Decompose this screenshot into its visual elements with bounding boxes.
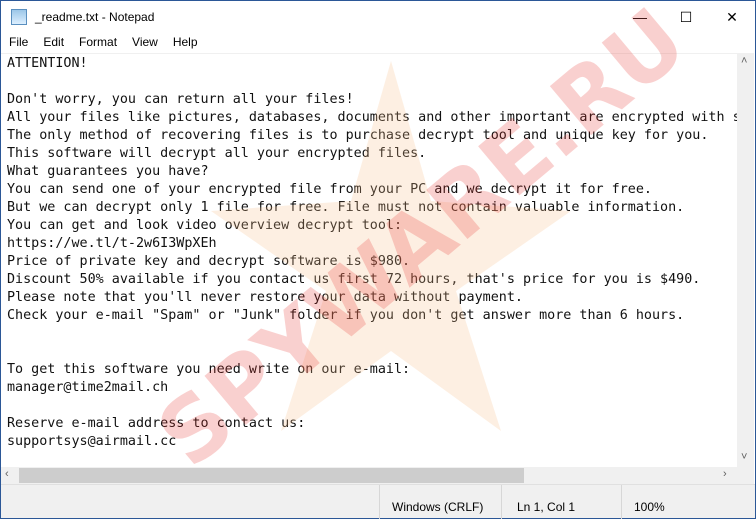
status-zoom: 100% <box>621 485 755 519</box>
menu-help[interactable]: Help <box>165 33 205 53</box>
scrollbar-corner <box>737 467 754 484</box>
status-line-ending: Windows (CRLF) <box>379 485 501 519</box>
title-bar[interactable]: _readme.txt - Notepad — ☐ ✕ <box>1 1 755 33</box>
scroll-left-icon[interactable]: ‹ <box>5 468 9 480</box>
minimize-button[interactable]: — <box>617 1 663 33</box>
menu-view[interactable]: View <box>124 33 165 53</box>
menu-format[interactable]: Format <box>71 33 124 53</box>
scroll-right-icon[interactable]: › <box>723 468 727 480</box>
maximize-button[interactable]: ☐ <box>663 1 709 33</box>
notepad-icon <box>11 9 27 25</box>
window-title: _readme.txt - Notepad <box>35 10 155 24</box>
scroll-up-icon[interactable]: ˄ <box>741 55 747 67</box>
horizontal-scroll-thumb[interactable] <box>19 468 524 483</box>
status-bar: Windows (CRLF) Ln 1, Col 1 100% <box>1 484 755 519</box>
horizontal-scrollbar[interactable]: ‹ › <box>1 467 738 484</box>
scroll-down-icon[interactable]: ˅ <box>741 451 747 463</box>
text-editor[interactable]: ATTENTION! Don't worry, you can return a… <box>1 53 738 467</box>
menu-bar: File Edit Format View Help <box>1 33 205 53</box>
menu-edit[interactable]: Edit <box>35 33 71 53</box>
status-cursor-position: Ln 1, Col 1 <box>501 485 621 519</box>
document-text[interactable]: ATTENTION! Don't worry, you can return a… <box>7 55 738 467</box>
notepad-window: _readme.txt - Notepad — ☐ ✕ File Edit Fo… <box>0 0 756 519</box>
menu-file[interactable]: File <box>1 33 35 53</box>
vertical-scrollbar[interactable]: ˄ ˅ <box>737 53 754 467</box>
close-button[interactable]: ✕ <box>709 1 755 33</box>
